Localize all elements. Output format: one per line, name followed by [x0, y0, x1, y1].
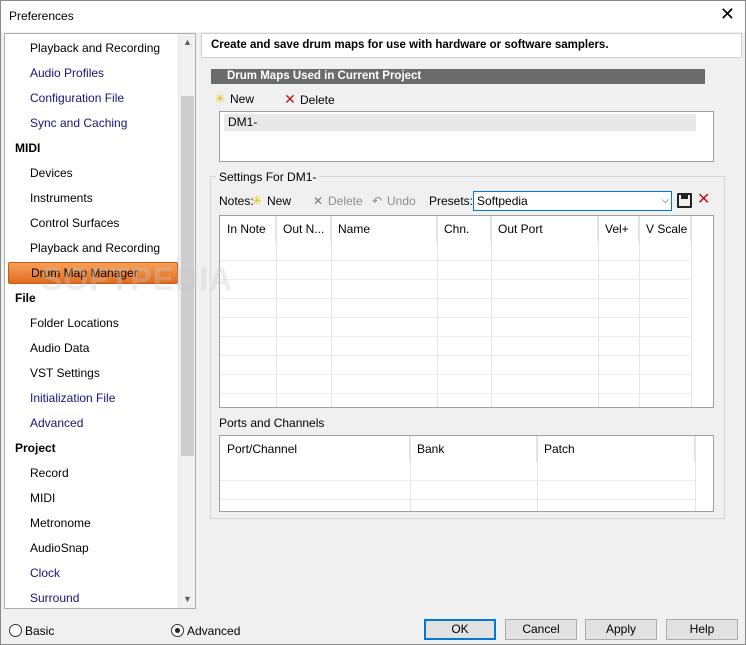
column-header[interactable]: Chn.	[437, 216, 491, 242]
column-header[interactable]: Bank	[410, 436, 537, 462]
presets-select[interactable]: Softpedia ⌵	[473, 191, 672, 211]
column-header[interactable]: Out Port	[491, 216, 598, 242]
mode-advanced-radio[interactable]: Advanced	[171, 623, 240, 639]
column-divider	[691, 216, 692, 407]
tree-item[interactable]: Drum Map Manager	[8, 262, 178, 284]
notes-new-button[interactable]: ✳ New	[249, 192, 291, 210]
column-divider	[491, 216, 492, 407]
tree-item[interactable]: Surround	[30, 587, 79, 608]
apply-button[interactable]: Apply	[585, 619, 657, 640]
panel-description: Create and save drum maps for use with h…	[201, 33, 742, 58]
column-divider	[639, 216, 640, 407]
tree-item[interactable]: Instruments	[30, 187, 93, 209]
window-title: Preferences	[9, 9, 74, 23]
column-divider	[598, 216, 599, 407]
tree-category[interactable]: Project	[15, 437, 56, 459]
delete-icon: ✕	[284, 91, 296, 107]
row-divider	[220, 336, 691, 337]
column-header[interactable]: Patch	[537, 436, 695, 462]
radio-on-icon	[171, 624, 184, 637]
column-divider	[437, 216, 438, 407]
tree-item[interactable]: AudioSnap	[30, 537, 89, 559]
tree-item[interactable]: Configuration File	[30, 87, 124, 109]
title-bar: Preferences ✕	[1, 1, 745, 32]
scroll-up-icon[interactable]: ▲	[179, 34, 195, 51]
ok-button[interactable]: OK	[424, 619, 496, 640]
column-header[interactable]: In Note	[220, 216, 276, 242]
close-icon[interactable]: ✕	[720, 6, 735, 24]
new-icon: ✳	[214, 91, 226, 106]
row-divider	[220, 279, 691, 280]
preferences-window: Preferences ✕ Playback and Recording Audi…	[0, 0, 746, 645]
column-header[interactable]: Out N...	[276, 216, 331, 242]
tree-item[interactable]: VST Settings	[30, 362, 100, 384]
column-header[interactable]: Name	[331, 216, 437, 242]
row-divider	[220, 374, 691, 375]
new-icon: ✳	[251, 193, 263, 208]
tree-item[interactable]: Audio Profiles	[30, 62, 104, 84]
row-divider	[220, 393, 691, 394]
notes-undo-button[interactable]: ↶ Undo	[369, 192, 416, 210]
row-divider	[220, 499, 695, 500]
help-button[interactable]: Help	[666, 619, 738, 640]
preferences-tree[interactable]: Playback and Recording Audio Profiles Conf…	[4, 33, 196, 609]
new-drum-map-button[interactable]: ✳ New	[212, 90, 254, 108]
delete-preset-icon[interactable]: ✕	[697, 191, 710, 209]
tree-item[interactable]: Playback and Recording	[30, 37, 160, 59]
tree-item[interactable]: Playback and Recording	[30, 237, 160, 259]
tree-item[interactable]: Clock	[30, 562, 60, 584]
undo-icon: ↶	[371, 194, 383, 208]
scroll-down-icon[interactable]: ▼	[179, 591, 195, 608]
row-divider	[220, 480, 695, 481]
section-title: Drum Maps Used in Current Project	[211, 69, 705, 84]
mode-basic-radio[interactable]: Basic	[9, 623, 54, 639]
chevron-down-icon[interactable]: ⌵	[661, 192, 669, 210]
column-divider	[695, 436, 696, 511]
tree-item[interactable]: Record	[30, 462, 69, 484]
settings-group-label: Settings For DM1-	[216, 170, 320, 184]
column-header[interactable]: Port/Channel	[220, 436, 410, 462]
notes-delete-button[interactable]: ✕ Delete	[310, 192, 363, 210]
tree-item[interactable]: Initialization File	[30, 387, 115, 409]
tree-item[interactable]: Devices	[30, 162, 73, 184]
column-header[interactable]: Vel+	[598, 216, 639, 242]
presets-value: Softpedia	[477, 194, 528, 208]
row-divider	[220, 355, 691, 356]
scroll-thumb[interactable]	[181, 96, 194, 456]
tree-item[interactable]: Advanced	[30, 412, 83, 434]
tree-scrollbar[interactable]: ▲ ▼	[178, 34, 195, 608]
radio-off-icon	[9, 624, 22, 637]
ports-label: Ports and Channels	[219, 416, 325, 430]
tree-category[interactable]: File	[15, 287, 36, 309]
notes-table[interactable]: In Note Out N... Name Chn. Out Port Vel+ V Sca…	[219, 215, 714, 408]
tree-item[interactable]: Metronome	[30, 512, 91, 534]
drum-map-list[interactable]: DM1-	[219, 111, 714, 162]
delete-icon: ✕	[312, 194, 324, 208]
ports-table[interactable]: Port/Channel Bank Patch	[219, 435, 714, 512]
delete-drum-map-button[interactable]: ✕ Delete	[282, 90, 335, 108]
presets-label: Presets:	[429, 194, 474, 208]
save-icon[interactable]	[677, 193, 692, 208]
column-divider	[331, 216, 332, 407]
cancel-button[interactable]: Cancel	[505, 619, 577, 640]
tree-item[interactable]: MIDI	[30, 487, 55, 509]
tree-item[interactable]: Control Surfaces	[30, 212, 119, 234]
tree-item[interactable]: Folder Locations	[30, 312, 119, 334]
list-item[interactable]: DM1-	[224, 114, 696, 131]
tree-item[interactable]: Sync and Caching	[30, 112, 127, 134]
column-divider	[276, 216, 277, 407]
tree-category[interactable]: MIDI	[15, 137, 40, 159]
tree-item[interactable]: Audio Data	[30, 337, 89, 359]
row-divider	[220, 260, 691, 261]
row-divider	[220, 317, 691, 318]
column-header[interactable]: V Scale	[639, 216, 691, 242]
row-divider	[220, 298, 691, 299]
